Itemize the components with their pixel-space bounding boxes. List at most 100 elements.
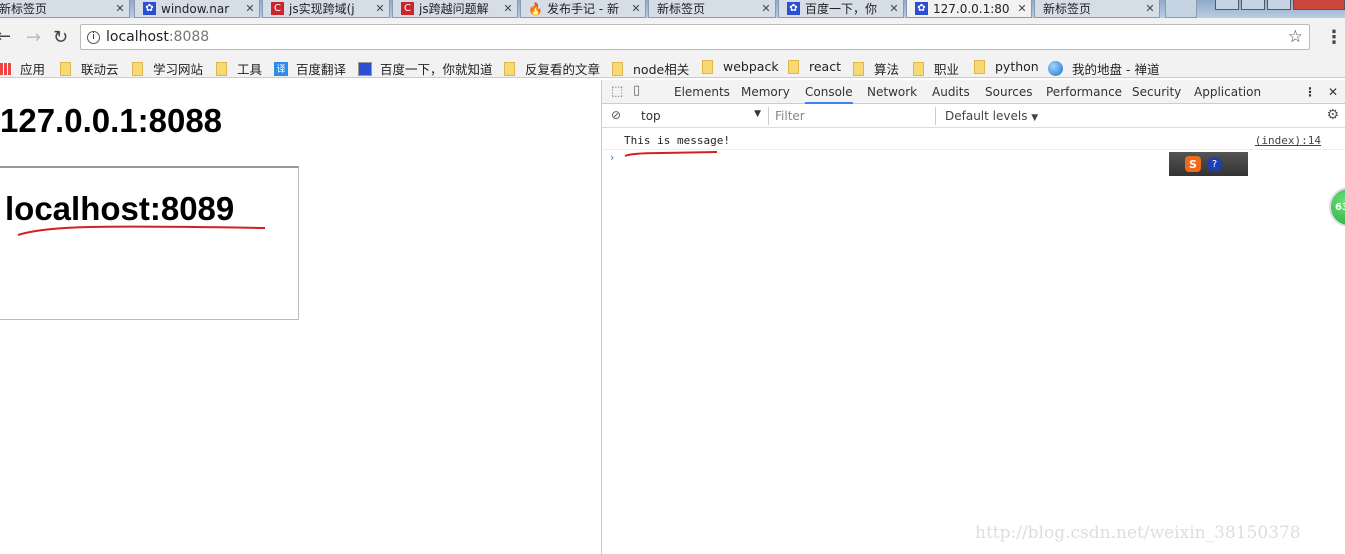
close-icon[interactable]: ✕ <box>1328 85 1338 99</box>
tab[interactable]: Cjs实现跨域(j ✕ <box>262 0 390 18</box>
settings-gear-icon[interactable]: ⚙ <box>1326 107 1339 123</box>
bookmark-label: 百度翻译 <box>296 62 347 77</box>
csdn-icon: C <box>271 2 284 15</box>
bookmark[interactable]: react <box>788 59 841 74</box>
tab-sources[interactable]: Sources <box>985 85 1032 99</box>
console-filter-bar: ⊘ top ▼ Filter Default levels ▼ ⚙ <box>602 104 1345 128</box>
close-icon[interactable]: ✕ <box>371 2 389 15</box>
inspect-icon[interactable]: ⬚ <box>611 84 623 99</box>
flame-icon: 🔥 <box>528 1 543 16</box>
tab-elements[interactable]: Elements <box>674 85 730 99</box>
folder-icon <box>504 61 515 76</box>
minimize-button[interactable] <box>1215 0 1239 10</box>
more-icon[interactable]: ⋮ <box>1304 85 1316 99</box>
bookmark[interactable]: webpack <box>702 59 779 74</box>
url-port: :8088 <box>168 29 210 45</box>
sogou-icon[interactable]: S <box>1185 156 1201 172</box>
bookmark-apps[interactable]: 应用 <box>0 59 45 78</box>
context-value: top <box>641 109 661 123</box>
tab-title: 百度一下，你 <box>805 2 878 16</box>
info-icon[interactable]: i <box>87 30 100 44</box>
tab-title: js跨越问题解 <box>419 2 489 16</box>
close-icon[interactable]: ✕ <box>757 2 775 15</box>
bookmark-label: 应用 <box>20 62 46 77</box>
close-icon[interactable]: ✕ <box>241 2 259 15</box>
dropdown-arrow-icon: ▼ <box>1031 113 1039 123</box>
ime-toolbar[interactable]: S ? <box>1169 152 1248 176</box>
bookmark[interactable]: 学习网站 <box>132 59 203 78</box>
folder-icon <box>788 59 799 74</box>
tab[interactable]: 新标签页 ✕ <box>648 0 776 18</box>
dropdown-arrow-icon: ▼ <box>754 109 761 119</box>
toolbar: ← → ↻ i localhost:8088 ☆ ⋮ <box>0 18 1345 56</box>
speed-badge[interactable]: 63 <box>1329 187 1345 227</box>
tab-security[interactable]: Security <box>1132 85 1181 99</box>
folder-icon <box>974 59 985 74</box>
tab-active[interactable]: ✿ 127.0.0.1:80 ✕ <box>906 0 1032 18</box>
bookmark[interactable]: 反复看的文章 <box>504 59 600 78</box>
close-window-button[interactable] <box>1293 0 1345 10</box>
globe-icon <box>1048 61 1063 76</box>
devtools-panel: ⬚ ▯ Elements Memory Console Network Audi… <box>601 80 1345 554</box>
reload-icon[interactable]: ↻ <box>53 27 68 48</box>
tab-title: 发布手记 - 新 <box>547 2 619 16</box>
tab[interactable]: 新标签页 ✕ <box>0 0 130 18</box>
tab-memory[interactable]: Memory <box>741 85 790 99</box>
tab-network[interactable]: Network <box>867 85 917 99</box>
bookmark-label: 算法 <box>874 62 900 77</box>
bookmark-label: 工具 <box>237 62 263 77</box>
menu-icon[interactable]: ⋮ <box>1325 27 1343 48</box>
close-icon[interactable]: ✕ <box>1013 2 1031 15</box>
bookmark[interactable]: 工具 <box>216 59 262 78</box>
context-select[interactable]: top ▼ <box>641 109 761 123</box>
tab-title: 127.0.0.1:80 <box>933 1 1010 16</box>
tab[interactable]: ✿ window.nar ✕ <box>134 0 260 18</box>
baidu-paw-icon: ✿ <box>915 2 928 15</box>
close-icon[interactable]: ✕ <box>499 2 517 15</box>
console-source-link[interactable]: (index):14 <box>1255 134 1321 147</box>
red-underline-annotation <box>624 151 718 157</box>
bookmark[interactable]: 百度一下，你就知道 <box>358 59 493 78</box>
close-icon[interactable]: ✕ <box>627 2 645 15</box>
maximize-button[interactable] <box>1267 0 1291 10</box>
tab-performance[interactable]: Performance <box>1046 85 1122 99</box>
filter-input[interactable]: Filter <box>768 107 936 125</box>
tab-audits[interactable]: Audits <box>932 85 970 99</box>
tab[interactable]: 新标签页 ✕ <box>1034 0 1160 18</box>
page-heading: 127.0.0.1:8088 <box>0 102 223 139</box>
forward-icon[interactable]: → <box>26 27 41 48</box>
back-icon[interactable]: ← <box>0 26 11 47</box>
console-prompt-icon[interactable]: › <box>610 151 614 164</box>
star-icon[interactable]: ☆ <box>1288 27 1303 47</box>
tab[interactable]: ✿ 百度一下，你 ✕ <box>778 0 904 18</box>
close-icon[interactable]: ✕ <box>111 2 129 15</box>
folder-icon <box>612 61 623 76</box>
bookmark[interactable]: 联动云 <box>60 59 119 78</box>
tab-application[interactable]: Application <box>1194 85 1261 99</box>
bookmark[interactable]: node相关 <box>612 59 689 78</box>
address-bar[interactable]: i localhost:8088 ☆ <box>80 24 1310 50</box>
new-tab-button[interactable] <box>1165 0 1197 18</box>
bookmark-label: node相关 <box>633 62 690 77</box>
iframe: localhost:8089 <box>0 166 299 320</box>
bookmark[interactable]: 译百度翻译 <box>274 59 346 78</box>
translate-icon: 译 <box>274 61 288 76</box>
bookmark[interactable]: 算法 <box>853 59 899 78</box>
csdn-icon: C <box>401 2 414 15</box>
bookmark[interactable]: 我的地盘 - 禅道 <box>1048 59 1159 78</box>
tab[interactable]: 🔥 发布手记 - 新 ✕ <box>520 0 646 18</box>
close-icon[interactable]: ✕ <box>1141 2 1159 15</box>
close-icon[interactable]: ✕ <box>885 2 903 15</box>
tab-console[interactable]: Console <box>805 85 853 104</box>
restore-button[interactable] <box>1241 0 1265 10</box>
clear-console-icon[interactable]: ⊘ <box>611 108 621 122</box>
folder-icon <box>132 61 143 76</box>
levels-select[interactable]: Default levels ▼ <box>945 109 1038 123</box>
help-icon[interactable]: ? <box>1207 156 1222 172</box>
tab-title: 新标签页 <box>657 2 706 16</box>
bookmark[interactable]: python <box>974 59 1039 74</box>
tab[interactable]: Cjs跨越问题解 ✕ <box>392 0 518 18</box>
device-toggle-icon[interactable]: ▯ <box>633 83 640 98</box>
bookmark[interactable]: 职业 <box>913 59 959 78</box>
page-content: 127.0.0.1:8088 localhost:8089 <box>0 80 601 554</box>
